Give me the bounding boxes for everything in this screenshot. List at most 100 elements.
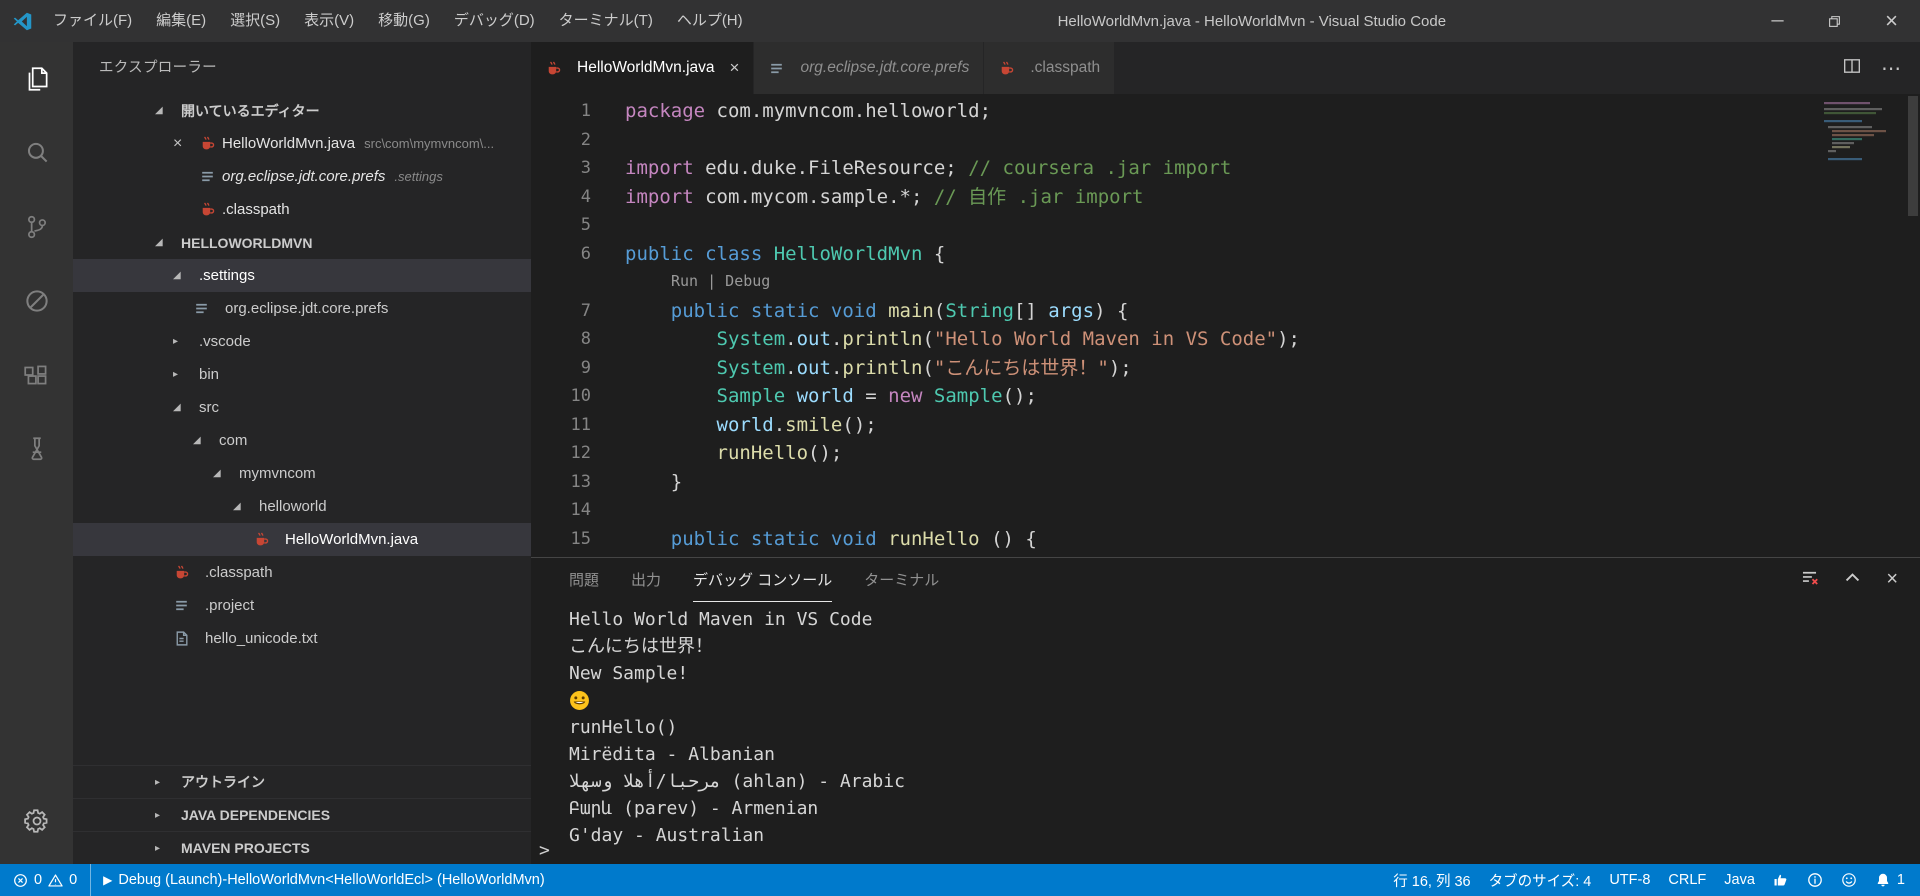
language-mode[interactable]: Java	[1715, 864, 1764, 896]
panel-tab[interactable]: ターミナル	[864, 558, 939, 601]
tab-size-indicator[interactable]: タブのサイズ: 4	[1480, 864, 1601, 896]
menubar-item[interactable]: デバッグ(D)	[442, 0, 547, 42]
code-line[interactable]: 12 runHello();	[531, 439, 1920, 468]
java-file-icon	[173, 564, 199, 581]
more-actions-icon[interactable]: ⋯	[1881, 56, 1902, 81]
source-control-icon[interactable]	[0, 190, 73, 264]
menubar-item[interactable]: 移動(G)	[366, 0, 442, 42]
tree-item[interactable]: ◢ helloworld	[73, 490, 531, 523]
code-line[interactable]: 13 }	[531, 468, 1920, 497]
panel-tab[interactable]: 問題	[569, 558, 599, 601]
minimap[interactable]	[1820, 100, 1904, 166]
open-editor-item[interactable]: × HelloWorldMvn.java src\com\mymvncom\...	[73, 127, 531, 160]
minimize-button[interactable]: ─	[1749, 0, 1806, 42]
code-line[interactable]: 15 public static void runHello () {	[531, 525, 1920, 554]
debug-icon[interactable]	[0, 264, 73, 338]
project-section-header[interactable]: ◢ HELLOWORLDMVN	[73, 226, 531, 259]
sidebar-section-header[interactable]: ▸ JAVA DEPENDENCIES	[73, 798, 531, 831]
menubar-item[interactable]: ヘルプ(H)	[665, 0, 755, 42]
code-line[interactable]: 11 world.smile();	[531, 411, 1920, 440]
prompt-chevron-icon: >	[539, 839, 550, 861]
java-status[interactable]	[1798, 864, 1832, 896]
tree-item[interactable]: hello_unicode.txt	[73, 622, 531, 655]
tree-item[interactable]: ◢ src	[73, 391, 531, 424]
split-editor-icon[interactable]	[1843, 57, 1861, 80]
codelens-run-debug[interactable]: Run | Debug	[531, 268, 1920, 297]
open-editor-item[interactable]: .classpath	[73, 193, 531, 226]
sidebar-section-header[interactable]: ▸ MAVEN PROJECTS	[73, 831, 531, 864]
editor-tab[interactable]: org.eclipse.jdt.core.prefs	[754, 42, 985, 94]
explorer-icon[interactable]	[0, 42, 73, 116]
tree-item[interactable]: ◢ mymvncom	[73, 457, 531, 490]
settings-gear-icon[interactable]	[0, 784, 73, 858]
tree-item[interactable]: .project	[73, 589, 531, 622]
clear-console-icon[interactable]	[1800, 568, 1819, 592]
search-icon[interactable]	[0, 116, 73, 190]
eol-indicator[interactable]: CRLF	[1659, 864, 1715, 896]
code-line-text: public static void runHello () {	[670, 527, 1037, 550]
tree-item-label: bin	[199, 366, 220, 383]
code-line[interactable]: 14	[531, 496, 1920, 525]
code-line[interactable]: 10 Sample world = new Sample();	[531, 382, 1920, 411]
debug-console-input[interactable]: >	[539, 838, 550, 862]
feedback-smiley[interactable]	[1832, 864, 1866, 896]
code-editor[interactable]: 1 package com.mymvncom.helloworld; 2 3 impor…	[531, 94, 1920, 557]
tree-item[interactable]: ▸ bin	[73, 358, 531, 391]
restore-button[interactable]	[1806, 0, 1863, 42]
menubar-item[interactable]: ファイル(F)	[41, 0, 144, 42]
tree-item[interactable]: HelloWorldMvn.java	[73, 523, 531, 556]
open-editors-section-header[interactable]: ◢ 開いているエディター	[73, 94, 531, 127]
encoding-indicator[interactable]: UTF-8	[1600, 864, 1659, 896]
debug-status[interactable]: ▶ Debug (Launch)-HelloWorldMvn<HelloWorl…	[90, 864, 554, 896]
cursor-position[interactable]: 行 16, 列 36	[1384, 864, 1479, 896]
line-number: 6	[580, 243, 591, 264]
code-line[interactable]: 1 package com.mymvncom.helloworld;	[531, 97, 1920, 126]
prefs-file-icon	[768, 60, 785, 77]
maximize-panel-icon[interactable]	[1843, 568, 1862, 592]
line-number: 15	[570, 528, 591, 549]
menubar-item[interactable]: 選択(S)	[218, 0, 292, 42]
sidebar-section-label: JAVA DEPENDENCIES	[181, 807, 331, 823]
code-line[interactable]: 9 System.out.println("こんにちは世界！");	[531, 354, 1920, 383]
close-icon[interactable]: ×	[730, 58, 740, 78]
tree-item[interactable]: ◢ com	[73, 424, 531, 457]
tree-item[interactable]: ◢ .settings	[73, 259, 531, 292]
prefs-file-icon	[199, 168, 216, 185]
panel-tab[interactable]: デバッグ コンソール	[693, 559, 833, 602]
code-line[interactable]: 3 import edu.duke.FileResource; // course…	[531, 154, 1920, 183]
code-line[interactable]: 2	[531, 126, 1920, 155]
notifications-bell[interactable]: 1	[1866, 864, 1914, 896]
panel-tab[interactable]: 出力	[631, 558, 661, 601]
close-button[interactable]: ×	[1863, 0, 1920, 42]
code-line[interactable]: 4 import com.mycom.sample.*; // 自作 .jar i…	[531, 183, 1920, 212]
menubar-item[interactable]: ターミナル(T)	[547, 0, 665, 42]
code-line[interactable]: 6 public class HelloWorldMvn {	[531, 240, 1920, 269]
project-name-label: HELLOWORLDMVN	[181, 234, 313, 251]
menubar-item[interactable]: 表示(V)	[292, 0, 366, 42]
extensions-icon[interactable]	[0, 338, 73, 412]
editor-tab[interactable]: HelloWorldMvn.java ×	[531, 42, 755, 94]
editor-tabs: HelloWorldMvn.java × org.eclipse.jdt.core.…	[531, 42, 1116, 94]
test-beaker-icon[interactable]	[0, 412, 73, 486]
panel-header: 問題 出力 デバッグ コンソール ターミナル ×	[531, 558, 1920, 602]
tree-item[interactable]: org.eclipse.jdt.core.prefs	[73, 292, 531, 325]
menubar-item[interactable]: 編集(E)	[144, 0, 218, 42]
editor-scrollbar[interactable]	[1906, 94, 1920, 557]
code-line[interactable]: 8 System.out.println("Hello World Maven …	[531, 325, 1920, 354]
close-panel-icon[interactable]: ×	[1886, 568, 1898, 591]
problems-status[interactable]: 0 0	[4, 864, 86, 896]
sidebar-section-header[interactable]: ▸ アウトライン	[73, 765, 531, 798]
feedback-thumbs-up[interactable]	[1764, 864, 1798, 896]
close-icon[interactable]: ×	[173, 135, 199, 153]
code-line-text: System.out.println("Hello World Maven in…	[716, 328, 1300, 350]
open-editor-item[interactable]: org.eclipse.jdt.core.prefs .settings	[73, 160, 531, 193]
tree-item[interactable]: ▸ .vscode	[73, 325, 531, 358]
scrollbar-thumb[interactable]	[1908, 96, 1918, 216]
line-number: 1	[580, 101, 591, 121]
editor-tab-label: .classpath	[1030, 59, 1101, 76]
chevron-expanded-icon: ◢	[173, 402, 181, 413]
code-line[interactable]: 5	[531, 211, 1920, 240]
tree-item[interactable]: .classpath	[73, 556, 531, 589]
editor-tab[interactable]: .classpath	[984, 42, 1116, 94]
code-line[interactable]: 7 public static void main(String[] args)…	[531, 297, 1920, 326]
